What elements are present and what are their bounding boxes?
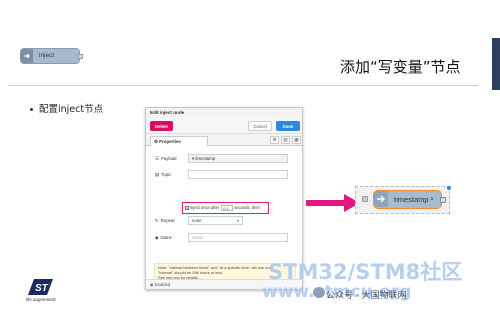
title-accent-bar [492,38,500,90]
payload-label: ☰ Payload [155,156,177,161]
file-icon[interactable]: ▤ [281,136,290,144]
dialog-tabs: ⚙ Properties ⚙ ▤ ▦ [146,135,302,146]
done-button[interactable]: Done [276,121,300,131]
slide: 添加“写变量”节点 inject 配置inject节点 Edit inject … [0,0,500,315]
bullet-item: 配置inject节点 [30,101,103,115]
inject-once-row[interactable]: ✓Inject once after 0.1 seconds, then [182,202,269,214]
cancel-button[interactable]: Cancel [248,121,272,131]
bullet-text: 配置inject节点 [39,104,104,115]
inject-once-seconds-input[interactable]: 0.1 [221,205,234,211]
topic-input[interactable] [188,170,288,179]
enabled-toggle[interactable]: Enabled [155,282,170,287]
changed-indicator-icon [447,186,451,190]
node-label: timestamp ¹ [394,195,434,204]
payload-field[interactable]: ▾ timestamp [188,154,288,163]
dialog-toolbar: Delete Cancel Done [146,118,302,134]
topic-label: ▤ Topic [155,172,172,177]
output-port[interactable] [78,54,83,59]
node-label: inject [39,52,55,59]
timestamp-inject-node[interactable]: timestamp ¹ [373,190,446,209]
repeat-icon: ↻ [155,218,159,223]
tag-icon: ◆ [155,235,159,240]
arrow-right-icon [306,194,360,212]
wechat-icon [313,287,325,298]
arrow-right-icon [21,49,33,63]
bullet-dot-icon [30,108,33,111]
chevron-down-icon: ▾ [236,218,239,223]
tab-properties[interactable]: ⚙ Properties [150,136,208,146]
arrow-right-icon [374,191,388,207]
delete-button[interactable]: Delete [150,121,173,131]
input-handle[interactable] [362,196,368,202]
watermark-wechat: 公众号 · 大国物联网 [326,291,407,301]
list-icon: ☰ [155,156,160,161]
dialog-header: Edit inject node [146,108,302,118]
title-divider [8,85,478,86]
repeat-select[interactable]: none ▾ [188,216,243,225]
name-label: ◆ Name [155,235,172,240]
slide-title: 添加“写变量”节点 [340,58,461,76]
gear-icon[interactable]: ⚙ [270,136,279,144]
inject-once-checkbox[interactable]: ✓ [185,206,189,211]
st-tagline: life.augmented [26,297,56,302]
name-input[interactable]: Name [188,233,288,242]
inject-node-sample[interactable]: inject [20,48,83,64]
grid-icon[interactable]: ▦ [292,136,301,144]
tasks-icon: ▤ [155,172,160,177]
repeat-label: ↻ Repeat [155,218,175,223]
svg-text:ST: ST [35,283,49,294]
output-port[interactable] [440,197,446,203]
tab-properties-label: Properties [159,139,181,144]
st-logo-icon: ST [28,279,53,295]
